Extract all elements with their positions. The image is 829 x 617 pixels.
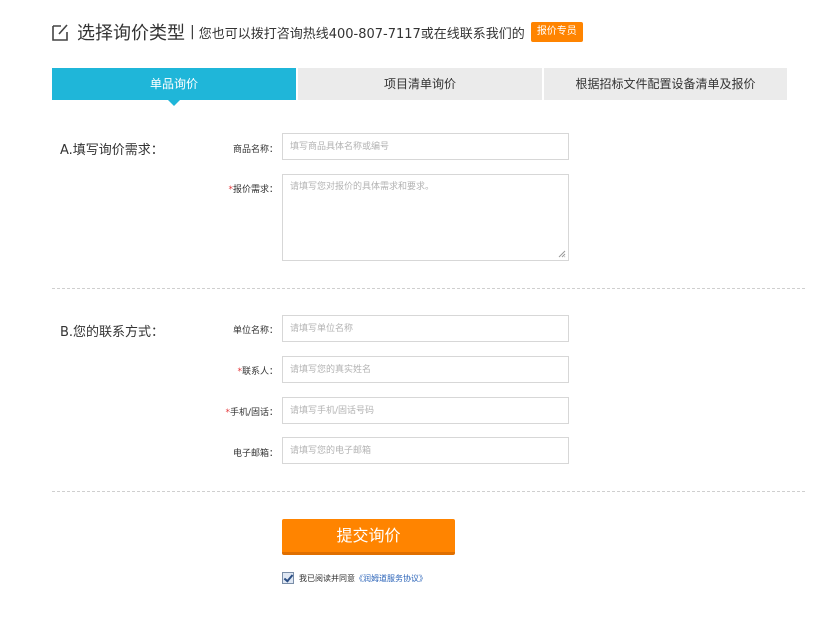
contact-label-text: 联系人： — [241, 367, 278, 377]
agreement-row: 我已阅读并同意 《润姆道服务协议》 — [282, 572, 427, 584]
company-input[interactable] — [282, 315, 569, 342]
quote-request-label-text: 报价需求： — [232, 185, 278, 195]
submit-inquiry-button[interactable]: 提交询价 — [282, 519, 455, 555]
email-input[interactable] — [282, 437, 569, 464]
page-title: 选择询价类型 — [77, 23, 185, 44]
agreement-checkbox[interactable] — [282, 572, 294, 584]
section-divider — [52, 288, 805, 289]
tab-tender-config[interactable]: 根据招标文件配置设备清单及报价 — [544, 68, 787, 100]
company-label: 单位名称： — [188, 323, 278, 336]
product-name-label-text: 商品名称： — [232, 145, 278, 155]
quote-request-label: *报价需求： — [188, 182, 278, 195]
email-label-text: 电子邮箱： — [232, 449, 278, 459]
section-b-title: B.您的联系方式： — [60, 325, 165, 340]
phone-label: *手机/固话： — [188, 405, 278, 418]
resize-handle-icon[interactable] — [558, 250, 566, 258]
section-a-title: A.填写询价需求： — [60, 143, 164, 158]
edit-icon — [52, 24, 68, 41]
tab-project-list[interactable]: 项目清单询价 — [298, 68, 542, 100]
quote-specialist-button[interactable]: 报价专员 — [530, 22, 583, 42]
email-label: 电子邮箱： — [188, 446, 278, 459]
company-label-text: 单位名称： — [232, 326, 278, 336]
contact-input[interactable] — [282, 356, 569, 383]
service-agreement-link[interactable]: 《润姆道服务协议》 — [355, 573, 427, 584]
page-header: 选择询价类型 | 您也可以拨打咨询热线400-807-7117或在线联系我们的 … — [50, 18, 583, 46]
title-separator: | — [190, 24, 195, 40]
product-name-input[interactable] — [282, 133, 569, 160]
section-divider — [52, 491, 805, 492]
phone-input[interactable] — [282, 397, 569, 424]
tab-single-item[interactable]: 单品询价 — [52, 68, 296, 106]
agreement-text: 我已阅读并同意 — [299, 573, 355, 583]
contact-label: *联系人： — [188, 364, 278, 377]
phone-label-text: 手机/固话： — [229, 408, 278, 418]
quote-request-textarea[interactable] — [282, 174, 569, 261]
inquiry-type-tabs: 单品询价 项目清单询价 根据招标文件配置设备清单及报价 — [52, 68, 787, 106]
hotline-text: 您也可以拨打咨询热线400-807-7117或在线联系我们的 — [198, 26, 525, 42]
product-name-label: 商品名称： — [188, 142, 278, 155]
